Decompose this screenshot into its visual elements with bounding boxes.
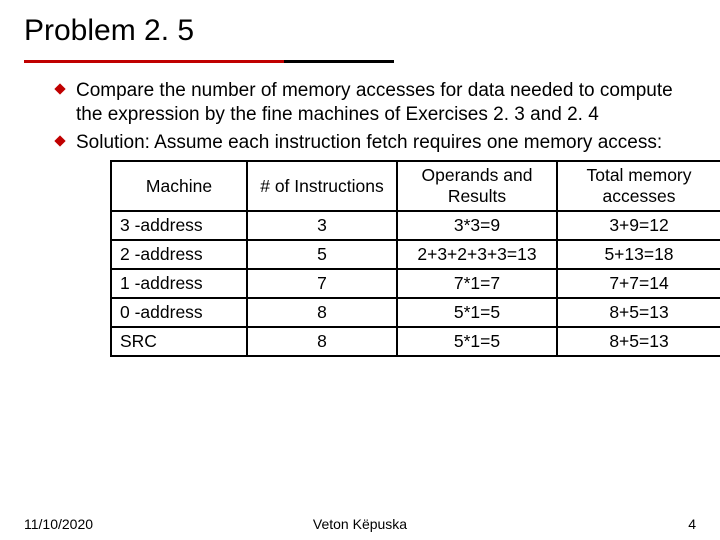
cell-total: 7+7=14 — [557, 269, 720, 298]
underline-black-segment — [284, 60, 394, 63]
footer-date: 11/10/2020 — [24, 516, 93, 532]
th-total: Total memory accesses — [557, 161, 720, 211]
bullet-text: Solution: Assume each instruction fetch … — [76, 131, 662, 155]
cell-machine: SRC — [111, 327, 247, 356]
footer-page-number: 4 — [688, 516, 696, 532]
cell-total: 8+5=13 — [557, 327, 720, 356]
table-row: 1 -address 7 7*1=7 7+7=14 — [111, 269, 720, 298]
th-operands: Operands and Results — [397, 161, 557, 211]
slide: Problem 2. 5 Compare the number of memor… — [0, 0, 720, 540]
cell-machine: 3 -address — [111, 211, 247, 240]
cell-instr: 3 — [247, 211, 397, 240]
cell-instr: 7 — [247, 269, 397, 298]
cell-instr: 8 — [247, 298, 397, 327]
slide-footer: 11/10/2020 Veton Këpuska 4 — [0, 516, 720, 532]
cell-instr: 8 — [247, 327, 397, 356]
cell-oper: 5*1=5 — [397, 298, 557, 327]
cell-instr: 5 — [247, 240, 397, 269]
cell-machine: 0 -address — [111, 298, 247, 327]
footer-author: Veton Këpuska — [0, 516, 720, 532]
bullet-item: Solution: Assume each instruction fetch … — [54, 131, 690, 155]
underline-red-segment — [24, 60, 284, 63]
diamond-bullet-icon — [54, 79, 76, 95]
memory-access-table: Machine # of Instructions Operands and R… — [110, 160, 720, 357]
cell-oper: 2+3+2+3+3=13 — [397, 240, 557, 269]
th-machine: Machine — [111, 161, 247, 211]
slide-title: Problem 2. 5 — [24, 10, 696, 58]
table-container: Machine # of Instructions Operands and R… — [54, 158, 690, 357]
th-instructions: # of Instructions — [247, 161, 397, 211]
table-header-row: Machine # of Instructions Operands and R… — [111, 161, 720, 211]
cell-oper: 3*3=9 — [397, 211, 557, 240]
cell-oper: 5*1=5 — [397, 327, 557, 356]
cell-machine: 1 -address — [111, 269, 247, 298]
table-row: SRC 8 5*1=5 8+5=13 — [111, 327, 720, 356]
title-underline — [24, 60, 394, 63]
cell-total: 3+9=12 — [557, 211, 720, 240]
table-row: 3 -address 3 3*3=9 3+9=12 — [111, 211, 720, 240]
cell-total: 5+13=18 — [557, 240, 720, 269]
cell-oper: 7*1=7 — [397, 269, 557, 298]
table-row: 2 -address 5 2+3+2+3+3=13 5+13=18 — [111, 240, 720, 269]
cell-machine: 2 -address — [111, 240, 247, 269]
table-row: 0 -address 8 5*1=5 8+5=13 — [111, 298, 720, 327]
bullet-item: Compare the number of memory accesses fo… — [54, 79, 690, 127]
cell-total: 8+5=13 — [557, 298, 720, 327]
bullet-text: Compare the number of memory accesses fo… — [76, 79, 690, 127]
diamond-bullet-icon — [54, 131, 76, 147]
content-area: Compare the number of memory accesses fo… — [24, 63, 696, 357]
